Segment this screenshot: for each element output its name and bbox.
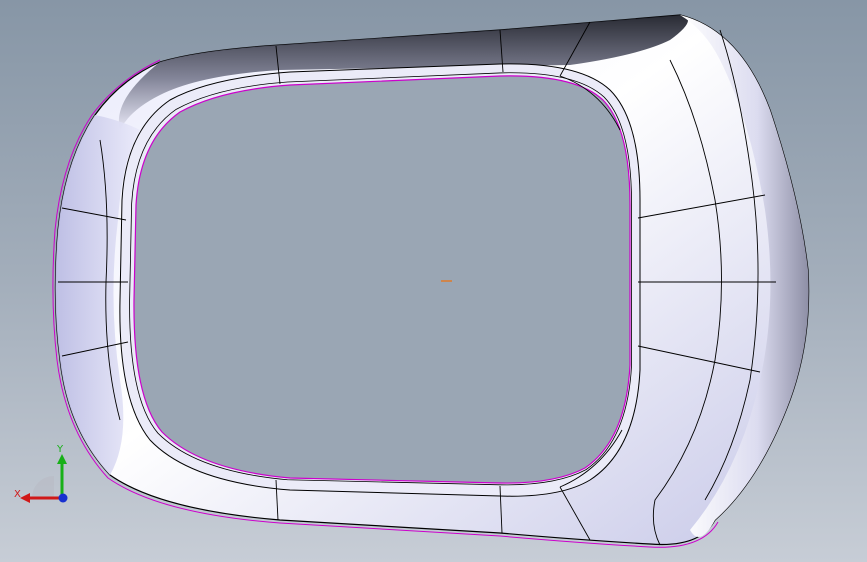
triad-plane	[32, 476, 54, 498]
z-axis-dot	[58, 493, 68, 503]
x-axis-label: X	[14, 489, 21, 500]
y-axis-label: Y	[56, 444, 64, 455]
x-axis-arrowhead	[20, 493, 30, 503]
ring-model[interactable]	[0, 0, 867, 562]
graphics-viewport[interactable]: Y X	[0, 0, 867, 562]
axis-triad[interactable]: Y X	[12, 440, 82, 510]
y-axis-arrowhead	[57, 454, 67, 464]
ring-opening	[133, 75, 631, 484]
